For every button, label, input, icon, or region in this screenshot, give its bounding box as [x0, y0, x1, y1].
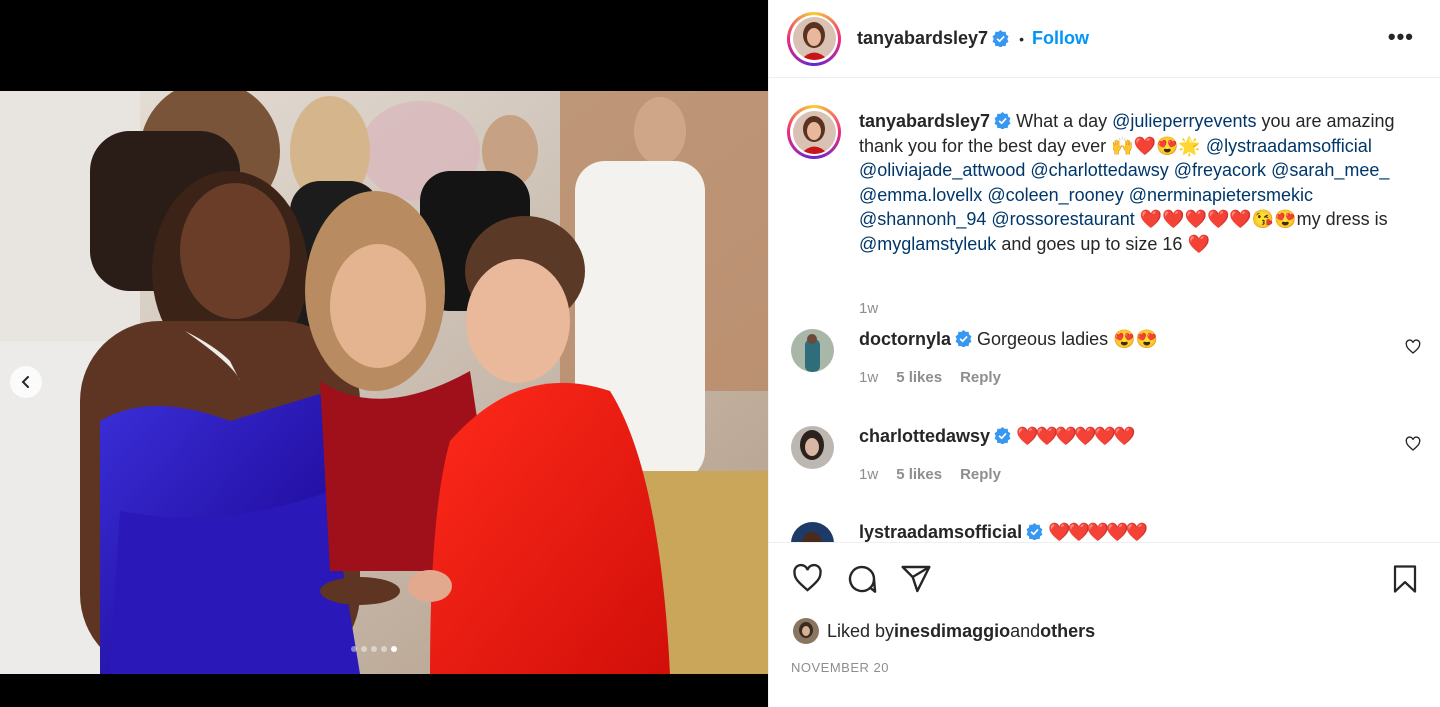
comment-body: Gorgeous ladies 😍😍 — [977, 329, 1158, 349]
verified-icon — [994, 112, 1011, 129]
caption-timestamp[interactable]: 1w — [859, 300, 878, 317]
separator-dot: • — [1019, 30, 1024, 47]
post-date[interactable]: NOVEMBER 20 — [791, 660, 889, 675]
mention-link[interactable]: @charlottedawsy — [1030, 160, 1168, 180]
author-username[interactable]: tanyabardsley7 — [857, 28, 988, 49]
post-photo[interactable] — [0, 91, 768, 674]
liked-by-prefix: Liked by — [827, 620, 895, 641]
mention-link[interactable]: @oliviajade_attwood — [859, 160, 1025, 180]
liked-by: Liked by inesdimaggio and others — [793, 618, 1095, 644]
liker-avatar-image — [793, 618, 819, 644]
heart-icon[interactable] — [791, 563, 824, 594]
caption-segment: and goes up to size 16 ❤️ — [996, 233, 1210, 254]
caption-segment: What a day — [1016, 111, 1113, 131]
verified-icon — [994, 427, 1011, 444]
mention-link[interactable]: @myglamstyleuk — [859, 234, 996, 254]
post-media — [0, 0, 768, 707]
carousel-dot — [381, 646, 387, 652]
post-header: tanyabardsley7 • Follow ••• — [769, 0, 1440, 78]
comment-meta: 1w 5 likes Reply — [859, 369, 1001, 386]
commenter-avatar-image — [791, 426, 834, 469]
caption-avatar[interactable] — [787, 105, 841, 159]
comment-item: doctornyla Gorgeous ladies 😍😍 1w 5 likes… — [791, 327, 1421, 407]
caption-segment: ❤️❤️❤️❤️❤️😘😍my dress is — [1134, 209, 1388, 229]
author-avatar-image — [792, 17, 836, 60]
heart-icon[interactable] — [1405, 339, 1421, 355]
liker-username[interactable]: inesdimaggio — [894, 621, 1010, 642]
comment-time[interactable]: 1w — [859, 466, 878, 483]
comment-body: ❤️❤️❤️❤️❤️❤️ — [1016, 426, 1135, 446]
carousel-prev-button[interactable] — [10, 366, 42, 398]
mention-link[interactable]: @lystraadamsofficial — [1206, 136, 1372, 156]
carousel-dot — [351, 646, 357, 652]
carousel-dot — [371, 646, 377, 652]
comment-text: charlottedawsy ❤️❤️❤️❤️❤️❤️ — [859, 424, 1136, 448]
commenter-avatar[interactable] — [791, 329, 834, 372]
caption-text: tanyabardsley7 What a day @julieperryeve… — [859, 109, 1425, 256]
liked-by-middle: and — [1010, 620, 1041, 641]
carousel-dot — [391, 646, 397, 652]
carousel-indicator — [351, 646, 397, 652]
mention-link[interactable]: @rossorestaurant — [991, 209, 1134, 229]
comment-item: charlottedawsy ❤️❤️❤️❤️❤️❤️ 1w 5 likes R… — [791, 424, 1421, 504]
mention-link[interactable]: @emma.lovellx — [859, 185, 982, 205]
mention-link[interactable]: @freyacork — [1174, 160, 1266, 180]
comment-likes[interactable]: 5 likes — [896, 369, 942, 386]
chevron-left-icon — [21, 376, 29, 388]
commenter-avatar[interactable] — [791, 426, 834, 469]
comment-username[interactable]: charlottedawsy — [859, 426, 990, 446]
comment-time[interactable]: 1w — [859, 369, 878, 386]
commenter-avatar[interactable] — [791, 522, 834, 542]
mention-link[interactable]: @shannonh_94 — [859, 209, 986, 229]
reply-button[interactable]: Reply — [960, 466, 1001, 483]
comment-username[interactable]: lystraadamsofficial — [859, 522, 1022, 542]
post-actions: Liked by inesdimaggio and others NOVEMBE… — [769, 542, 1440, 707]
post-details-panel: tanyabardsley7 • Follow ••• tanyabardsle… — [768, 0, 1440, 707]
mention-link[interactable]: @sarah_mee_ — [1271, 160, 1389, 180]
verified-icon — [955, 330, 972, 347]
comment-text: doctornyla Gorgeous ladies 😍😍 — [859, 327, 1158, 351]
verified-icon — [992, 30, 1009, 47]
commenter-avatar-image — [791, 329, 834, 372]
follow-button[interactable]: Follow — [1032, 28, 1089, 49]
more-options-button[interactable]: ••• — [1388, 26, 1414, 48]
likes-others-link[interactable]: others — [1040, 621, 1095, 642]
reply-button[interactable]: Reply — [960, 369, 1001, 386]
carousel-dot — [361, 646, 367, 652]
verified-icon — [1026, 523, 1043, 540]
bookmark-icon[interactable] — [1390, 563, 1420, 595]
share-icon[interactable] — [900, 563, 932, 595]
comment-meta: 1w 5 likes Reply — [859, 466, 1001, 483]
comment-icon[interactable] — [846, 563, 878, 595]
comment-username[interactable]: doctornyla — [859, 329, 951, 349]
comment-likes[interactable]: 5 likes — [896, 466, 942, 483]
commenter-avatar-image — [791, 522, 834, 542]
comments-section[interactable]: tanyabardsley7 What a day @julieperryeve… — [769, 79, 1440, 542]
caption-username[interactable]: tanyabardsley7 — [859, 111, 990, 131]
caption-avatar-image — [792, 110, 836, 154]
comment-item: lystraadamsofficial ❤️❤️❤️❤️❤️ — [791, 520, 1421, 542]
author-avatar[interactable] — [787, 11, 841, 66]
party-photo-illustration — [0, 91, 768, 674]
comment-body: ❤️❤️❤️❤️❤️ — [1048, 522, 1148, 542]
comment-text: lystraadamsofficial ❤️❤️❤️❤️❤️ — [859, 520, 1148, 542]
liker-avatar[interactable] — [793, 618, 819, 644]
heart-icon[interactable] — [1405, 436, 1421, 452]
mention-link[interactable]: @coleen_rooney — [987, 185, 1123, 205]
mention-link[interactable]: @julieperryevents — [1112, 111, 1256, 131]
mention-link[interactable]: @nerminapietersmekic — [1129, 185, 1313, 205]
